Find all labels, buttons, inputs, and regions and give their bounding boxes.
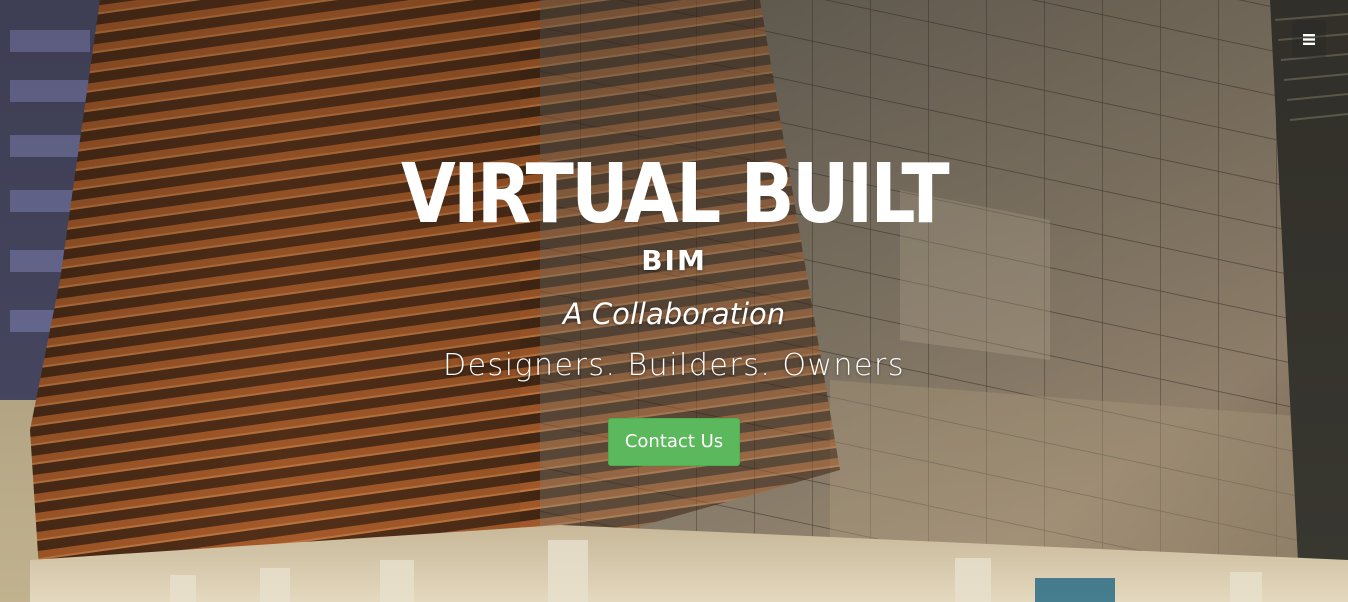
hero-audience-text: Designers. Builders. Owners <box>443 348 905 383</box>
menu-toggle-button[interactable] <box>1292 20 1326 58</box>
brand-logo: VIRTUAL BUILT <box>401 150 953 234</box>
hamburger-menu-icon <box>1303 33 1315 45</box>
hero-section: VIRTUAL BUILT BIM A Collaboration Design… <box>0 0 1348 602</box>
contact-us-button[interactable]: Contact Us <box>607 418 741 466</box>
hero-content: VIRTUAL BUILT BIM A Collaboration Design… <box>0 150 1348 466</box>
brand-subtitle: BIM <box>641 244 707 277</box>
brand-logo-text: VIRTUAL BUILT <box>401 150 950 234</box>
hero-tagline: A Collaboration <box>562 297 786 331</box>
